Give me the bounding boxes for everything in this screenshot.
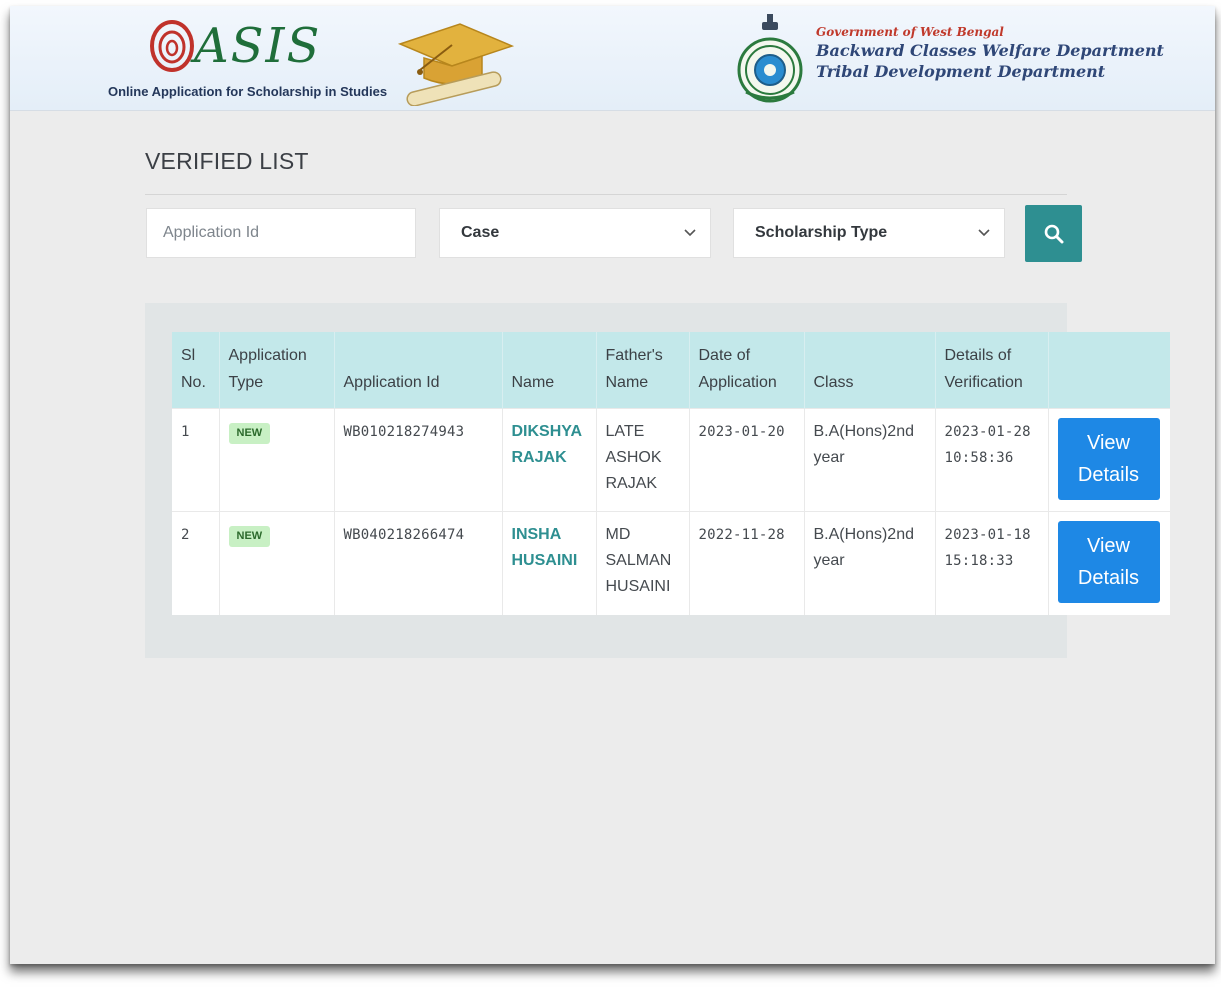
- cell-application-id: WB040218266474: [334, 511, 503, 615]
- verified-list-table: Sl No. Application Type Application Id N…: [172, 332, 1170, 615]
- col-header-fathers-name: Father's Name: [596, 332, 690, 409]
- col-header-application-id: Application Id: [334, 332, 503, 409]
- scholarship-type-select-value: Scholarship Type: [755, 224, 888, 241]
- col-header-date-of-application: Date of Application: [689, 332, 805, 409]
- page-title: VERIFIED LIST: [145, 148, 309, 174]
- cell-class: B.A(Hons)2nd year: [804, 408, 936, 512]
- cell-name: DIKSHYA RAJAK: [502, 408, 597, 512]
- cell-application-type: NEW: [219, 511, 335, 615]
- case-select[interactable]: Case: [439, 208, 711, 258]
- status-badge: NEW: [228, 526, 271, 547]
- cell-application-id: WB010218274943: [334, 408, 503, 512]
- view-details-button[interactable]: View Details: [1057, 521, 1160, 603]
- government-title: Government of West Bengal Backward Class…: [816, 24, 1164, 82]
- cell-date-of-application: 2022-11-28: [689, 511, 805, 615]
- chevron-down-icon: [684, 229, 696, 237]
- application-id-input[interactable]: [147, 209, 415, 257]
- cell-details-of-verification: 2023-01-28 10:58:36: [935, 408, 1049, 512]
- application-id-field[interactable]: [146, 208, 416, 258]
- case-select-value: Case: [461, 224, 500, 241]
- department-line-tribal: Tribal Development Department: [816, 62, 1106, 81]
- applicant-name-link[interactable]: DIKSHYA RAJAK: [512, 423, 582, 466]
- cell-fathers-name: MD SALMAN HUSAINI: [596, 511, 690, 615]
- title-divider: [145, 194, 1067, 195]
- cell-application-type: NEW: [219, 408, 335, 512]
- west-bengal-emblem-icon: [737, 14, 803, 103]
- oasis-logo[interactable]: ASIS Online Application for Scholarship …: [108, 12, 528, 108]
- cell-action: View Details: [1048, 511, 1170, 615]
- cell-name: INSHA HUSAINI: [502, 511, 597, 615]
- logo-wordmark: ASIS: [194, 18, 322, 74]
- table-row: 1 NEW WB010218274943 DIKSHYA RAJAK LATE …: [172, 408, 1170, 512]
- chevron-down-icon: [978, 229, 990, 237]
- cell-class: B.A(Hons)2nd year: [804, 511, 936, 615]
- cell-date-of-application: 2023-01-20: [689, 408, 805, 512]
- search-button[interactable]: [1025, 205, 1082, 262]
- cell-sl-no: 1: [172, 408, 220, 512]
- col-header-action: [1048, 332, 1170, 409]
- government-line: Government of West Bengal: [816, 25, 1004, 39]
- cell-details-of-verification: 2023-01-18 15:18:33: [935, 511, 1049, 615]
- page-frame: ASIS Online Application for Scholarship …: [10, 6, 1215, 964]
- cell-sl-no: 2: [172, 511, 220, 615]
- table-header-row: Sl No. Application Type Application Id N…: [172, 332, 1170, 409]
- scholarship-type-select[interactable]: Scholarship Type: [733, 208, 1005, 258]
- col-header-name: Name: [502, 332, 597, 409]
- logo-o-swirl-icon: [150, 20, 194, 72]
- col-header-details-of-verification: Details of Verification: [935, 332, 1049, 409]
- applicant-name-link[interactable]: INSHA HUSAINI: [512, 526, 578, 569]
- col-header-sl-no: Sl No.: [172, 332, 220, 409]
- cell-action: View Details: [1048, 408, 1170, 512]
- department-line-backward-classes: Backward Classes Welfare Department: [816, 41, 1164, 60]
- search-icon: [1044, 224, 1063, 243]
- col-header-class: Class: [804, 332, 936, 409]
- table-row: 2 NEW WB040218266474 INSHA HUSAINI MD SA…: [172, 511, 1170, 615]
- status-badge: NEW: [228, 423, 271, 444]
- col-header-application-type: Application Type: [219, 332, 335, 409]
- logo-tagline: Online Application for Scholarship in St…: [108, 84, 388, 99]
- view-details-button[interactable]: View Details: [1057, 418, 1160, 500]
- cell-fathers-name: LATE ASHOK RAJAK: [596, 408, 690, 512]
- site-header: ASIS Online Application for Scholarship …: [10, 6, 1215, 111]
- graduation-cap-icon: [397, 23, 515, 106]
